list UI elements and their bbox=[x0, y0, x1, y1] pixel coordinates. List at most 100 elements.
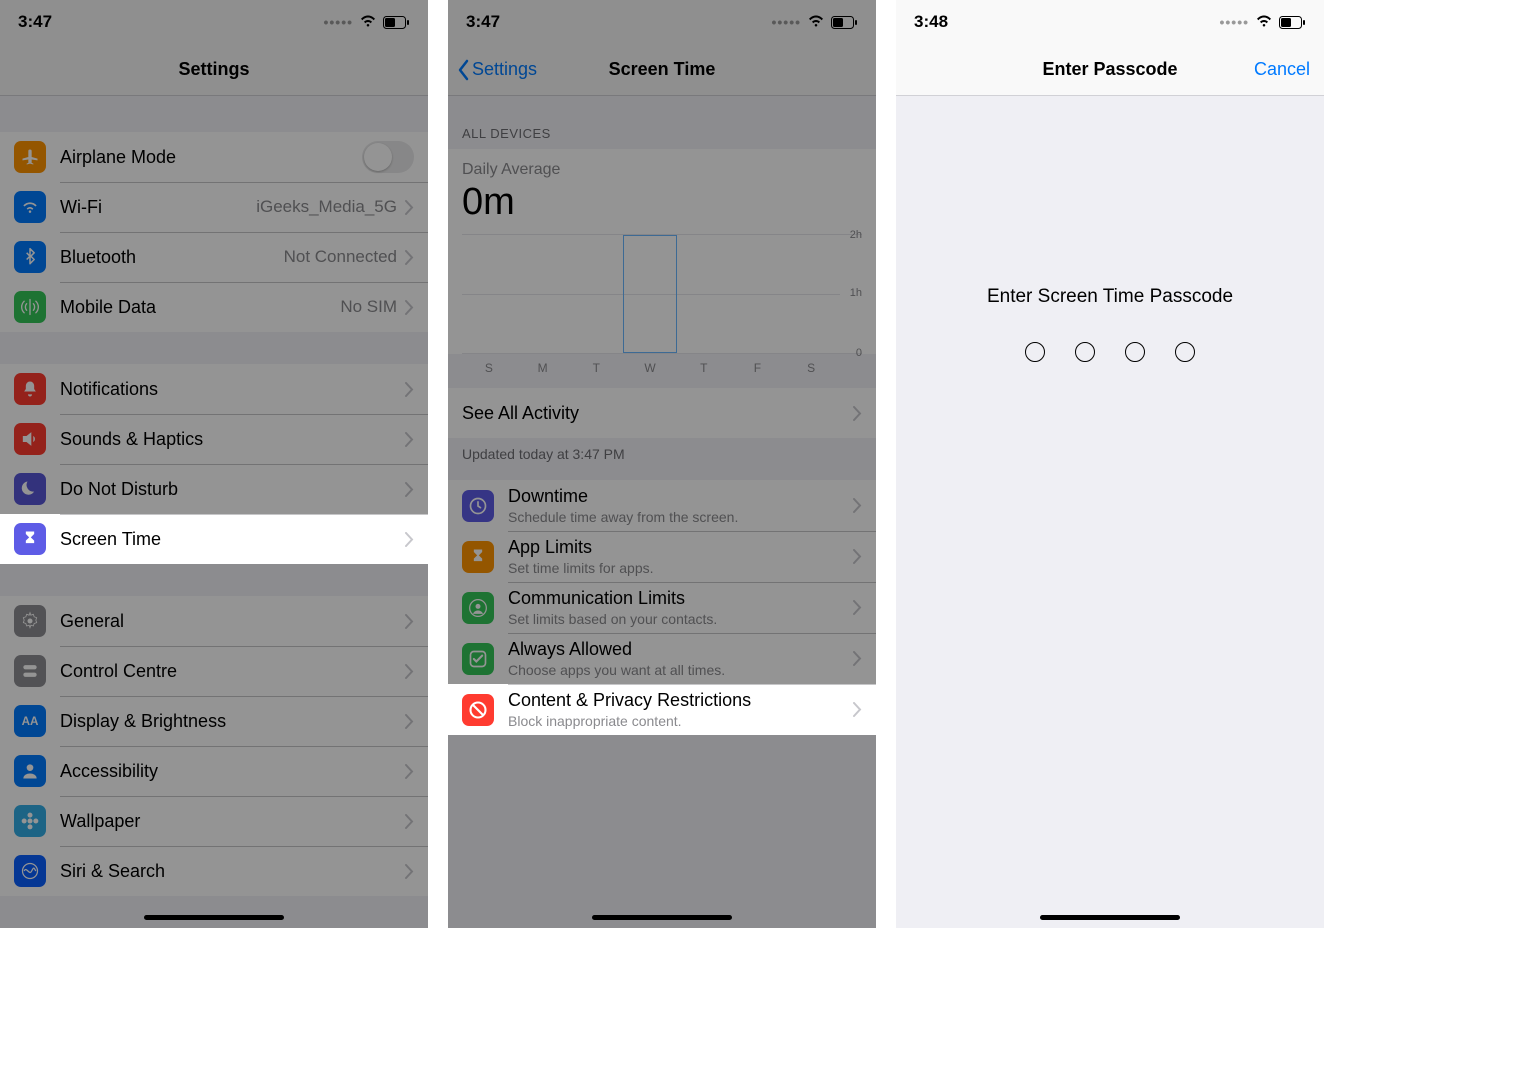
row-label: Downtime bbox=[508, 486, 738, 507]
row-app-limits[interactable]: App Limits Set time limits for apps. bbox=[448, 531, 876, 582]
row-airplane-mode[interactable]: Airplane Mode bbox=[0, 132, 428, 182]
row-label: Accessibility bbox=[60, 761, 158, 782]
row-downtime[interactable]: DowntimeSchedule time away from the scre… bbox=[448, 480, 876, 531]
cellular-dots-icon: ••••• bbox=[1219, 14, 1249, 30]
row-label: Mobile Data bbox=[60, 297, 156, 318]
battery-icon bbox=[1279, 16, 1306, 29]
row-label: Wallpaper bbox=[60, 811, 140, 832]
passcode-dot bbox=[1125, 342, 1145, 362]
row-bluetooth[interactable]: Bluetooth Not Connected bbox=[0, 232, 428, 282]
chevron-right-icon bbox=[853, 702, 862, 717]
home-indicator[interactable] bbox=[1040, 915, 1180, 920]
row-sounds-haptics[interactable]: Sounds & Haptics bbox=[0, 414, 428, 464]
nav-bar: Enter Passcode Cancel bbox=[896, 44, 1324, 96]
passcode-dots bbox=[1025, 342, 1195, 362]
passcode-prompt: Enter Screen Time Passcode bbox=[987, 286, 1233, 308]
row-subtitle: Block inappropriate content. bbox=[508, 713, 751, 729]
row-notifications[interactable]: Notifications bbox=[0, 364, 428, 414]
see-all-activity-row[interactable]: See All Activity bbox=[448, 388, 876, 438]
row-label: Control Centre bbox=[60, 661, 177, 682]
chevron-right-icon bbox=[853, 406, 862, 421]
row-general[interactable]: General bbox=[0, 596, 428, 646]
back-button[interactable]: Settings bbox=[456, 59, 537, 81]
row-do-not-disturb[interactable]: Do Not Disturb bbox=[0, 464, 428, 514]
toggle-switch[interactable] bbox=[362, 141, 414, 173]
hourglass-icon bbox=[14, 523, 46, 555]
updated-footnote: Updated today at 3:47 PM bbox=[448, 438, 876, 470]
chevron-right-icon bbox=[405, 864, 414, 879]
gear-icon bbox=[14, 605, 46, 637]
hourglass-icon bbox=[462, 541, 494, 573]
row-mobile-data[interactable]: Mobile DataNo SIM bbox=[0, 282, 428, 332]
airplane-icon bbox=[14, 141, 46, 173]
daily-average-value: 0m bbox=[462, 181, 862, 224]
status-icons: ••••• bbox=[323, 14, 410, 30]
row-label: Display & Brightness bbox=[60, 711, 226, 732]
passcode-dot bbox=[1075, 342, 1095, 362]
chart-ylabel-0: 0 bbox=[856, 347, 862, 359]
speaker-icon bbox=[14, 423, 46, 455]
chevron-right-icon bbox=[853, 651, 862, 666]
row-always-allowed[interactable]: Always AllowedChoose apps you want at al… bbox=[448, 633, 876, 684]
row-value: iGeeks_Media_5G bbox=[256, 197, 397, 217]
clock-icon bbox=[462, 490, 494, 522]
screen-time-screen: 3:47 ••••• Settings Screen Time All Devi… bbox=[448, 0, 876, 928]
see-all-activity-label: See All Activity bbox=[462, 403, 579, 424]
chevron-right-icon bbox=[853, 498, 862, 513]
row-label: Siri & Search bbox=[60, 861, 165, 882]
bell-icon bbox=[14, 373, 46, 405]
row-label: Communication Limits bbox=[508, 588, 717, 609]
chart-day-label: T bbox=[677, 361, 731, 375]
flower-icon bbox=[14, 805, 46, 837]
chart-day-label: S bbox=[462, 361, 516, 375]
chevron-right-icon bbox=[853, 600, 862, 615]
home-indicator[interactable] bbox=[592, 915, 732, 920]
battery-icon bbox=[831, 16, 858, 29]
row-wi-fi[interactable]: Wi-FiiGeeks_Media_5G bbox=[0, 182, 428, 232]
row-display-brightness[interactable]: AADisplay & Brightness bbox=[0, 696, 428, 746]
chart-day-label: S bbox=[784, 361, 838, 375]
chevron-right-icon bbox=[405, 482, 414, 497]
chevron-right-icon bbox=[405, 300, 414, 315]
row-accessibility[interactable]: Accessibility bbox=[0, 746, 428, 796]
chart-ylabel-2h: 2h bbox=[850, 229, 862, 241]
nav-title: Settings bbox=[178, 59, 249, 80]
row-label: Bluetooth bbox=[60, 247, 136, 268]
usage-chart-card[interactable]: Daily Average 0m 2h 1h 0 SMTWTFS bbox=[448, 149, 876, 354]
nav-bar: Settings bbox=[0, 44, 428, 96]
row-content-privacy-restrictions[interactable]: Content & Privacy RestrictionsBlock inap… bbox=[448, 684, 876, 735]
row-label: Screen Time bbox=[60, 529, 161, 550]
row-communication-limits[interactable]: Communication Limits Set limits based on … bbox=[448, 582, 876, 633]
cancel-button[interactable]: Cancel bbox=[1254, 59, 1310, 80]
back-label: Settings bbox=[472, 59, 537, 80]
settings-screen: 3:47 ••••• Settings Airplane ModeWi-FiiG… bbox=[0, 0, 428, 928]
passcode-dot bbox=[1175, 342, 1195, 362]
row-subtitle: Set limits based on your contacts. bbox=[508, 611, 717, 627]
status-bar: 3:48 ••••• bbox=[896, 0, 1324, 44]
row-siri-search[interactable]: Siri & Search bbox=[0, 846, 428, 896]
row-control-centre[interactable]: Control Centre bbox=[0, 646, 428, 696]
row-label: App Limits bbox=[508, 537, 654, 558]
chevron-right-icon bbox=[405, 664, 414, 679]
antenna-icon bbox=[14, 291, 46, 323]
battery-icon bbox=[383, 16, 410, 29]
chevron-right-icon bbox=[405, 614, 414, 629]
cellular-dots-icon: ••••• bbox=[323, 14, 353, 30]
row-value: Not Connected bbox=[284, 247, 397, 267]
home-indicator[interactable] bbox=[144, 915, 284, 920]
moon-icon bbox=[14, 473, 46, 505]
chevron-right-icon bbox=[405, 532, 414, 547]
row-subtitle: Set time limits for apps. bbox=[508, 560, 654, 576]
usage-bar-chart: 2h 1h 0 SMTWTFS bbox=[462, 234, 862, 354]
chevron-right-icon bbox=[405, 200, 414, 215]
row-wallpaper[interactable]: Wallpaper bbox=[0, 796, 428, 846]
status-bar: 3:47 ••••• bbox=[448, 0, 876, 44]
chevron-right-icon bbox=[405, 714, 414, 729]
status-time: 3:47 bbox=[18, 12, 52, 32]
no-icon bbox=[462, 694, 494, 726]
row-label: Always Allowed bbox=[508, 639, 725, 660]
chevron-right-icon bbox=[405, 764, 414, 779]
wifi-icon bbox=[14, 191, 46, 223]
row-screen-time[interactable]: Screen Time bbox=[0, 514, 428, 564]
nav-bar: Settings Screen Time bbox=[448, 44, 876, 96]
